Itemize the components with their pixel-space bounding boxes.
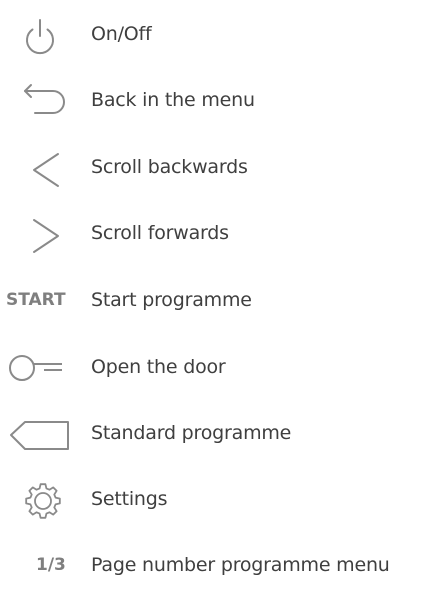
page-number-text-icon: 1/3: [0, 547, 80, 587]
legend-row-standard-programme: Standard programme: [0, 415, 431, 455]
legend-label-page-number: Page number programme menu: [91, 554, 390, 576]
legend-label-settings: Settings: [91, 488, 168, 510]
symbol-legend: On/Off Back in the menu Scroll backwards…: [0, 0, 431, 591]
legend-label-back: Back in the menu: [91, 89, 255, 111]
legend-label-on-off: On/Off: [91, 23, 152, 45]
legend-row-scroll-backwards: Scroll backwards: [0, 149, 431, 189]
back-arrow-icon: [0, 82, 80, 122]
legend-row-on-off: On/Off: [0, 16, 431, 56]
legend-row-page-number: 1/3 Page number programme menu: [0, 547, 431, 587]
gear-icon: [0, 481, 80, 521]
legend-label-standard-programme: Standard programme: [91, 422, 292, 444]
legend-row-start: START Start programme: [0, 282, 431, 322]
page-number-icon-text: 1/3: [36, 555, 66, 575]
start-icon-text: START: [6, 290, 66, 310]
legend-label-scroll-backwards: Scroll backwards: [91, 156, 248, 178]
chevron-right-icon: [0, 215, 80, 255]
legend-row-scroll-forwards: Scroll forwards: [0, 215, 431, 255]
legend-label-scroll-forwards: Scroll forwards: [91, 222, 229, 244]
legend-row-back: Back in the menu: [0, 82, 431, 122]
legend-label-open-door: Open the door: [91, 356, 226, 378]
legend-label-start: Start programme: [91, 289, 252, 311]
legend-row-settings: Settings: [0, 481, 431, 521]
tag-shape-icon: [0, 415, 80, 455]
chevron-left-icon: [0, 149, 80, 189]
start-text-icon: START: [0, 282, 80, 322]
door-key-icon: [0, 349, 80, 389]
legend-row-open-door: Open the door: [0, 349, 431, 389]
power-icon: [0, 16, 80, 56]
